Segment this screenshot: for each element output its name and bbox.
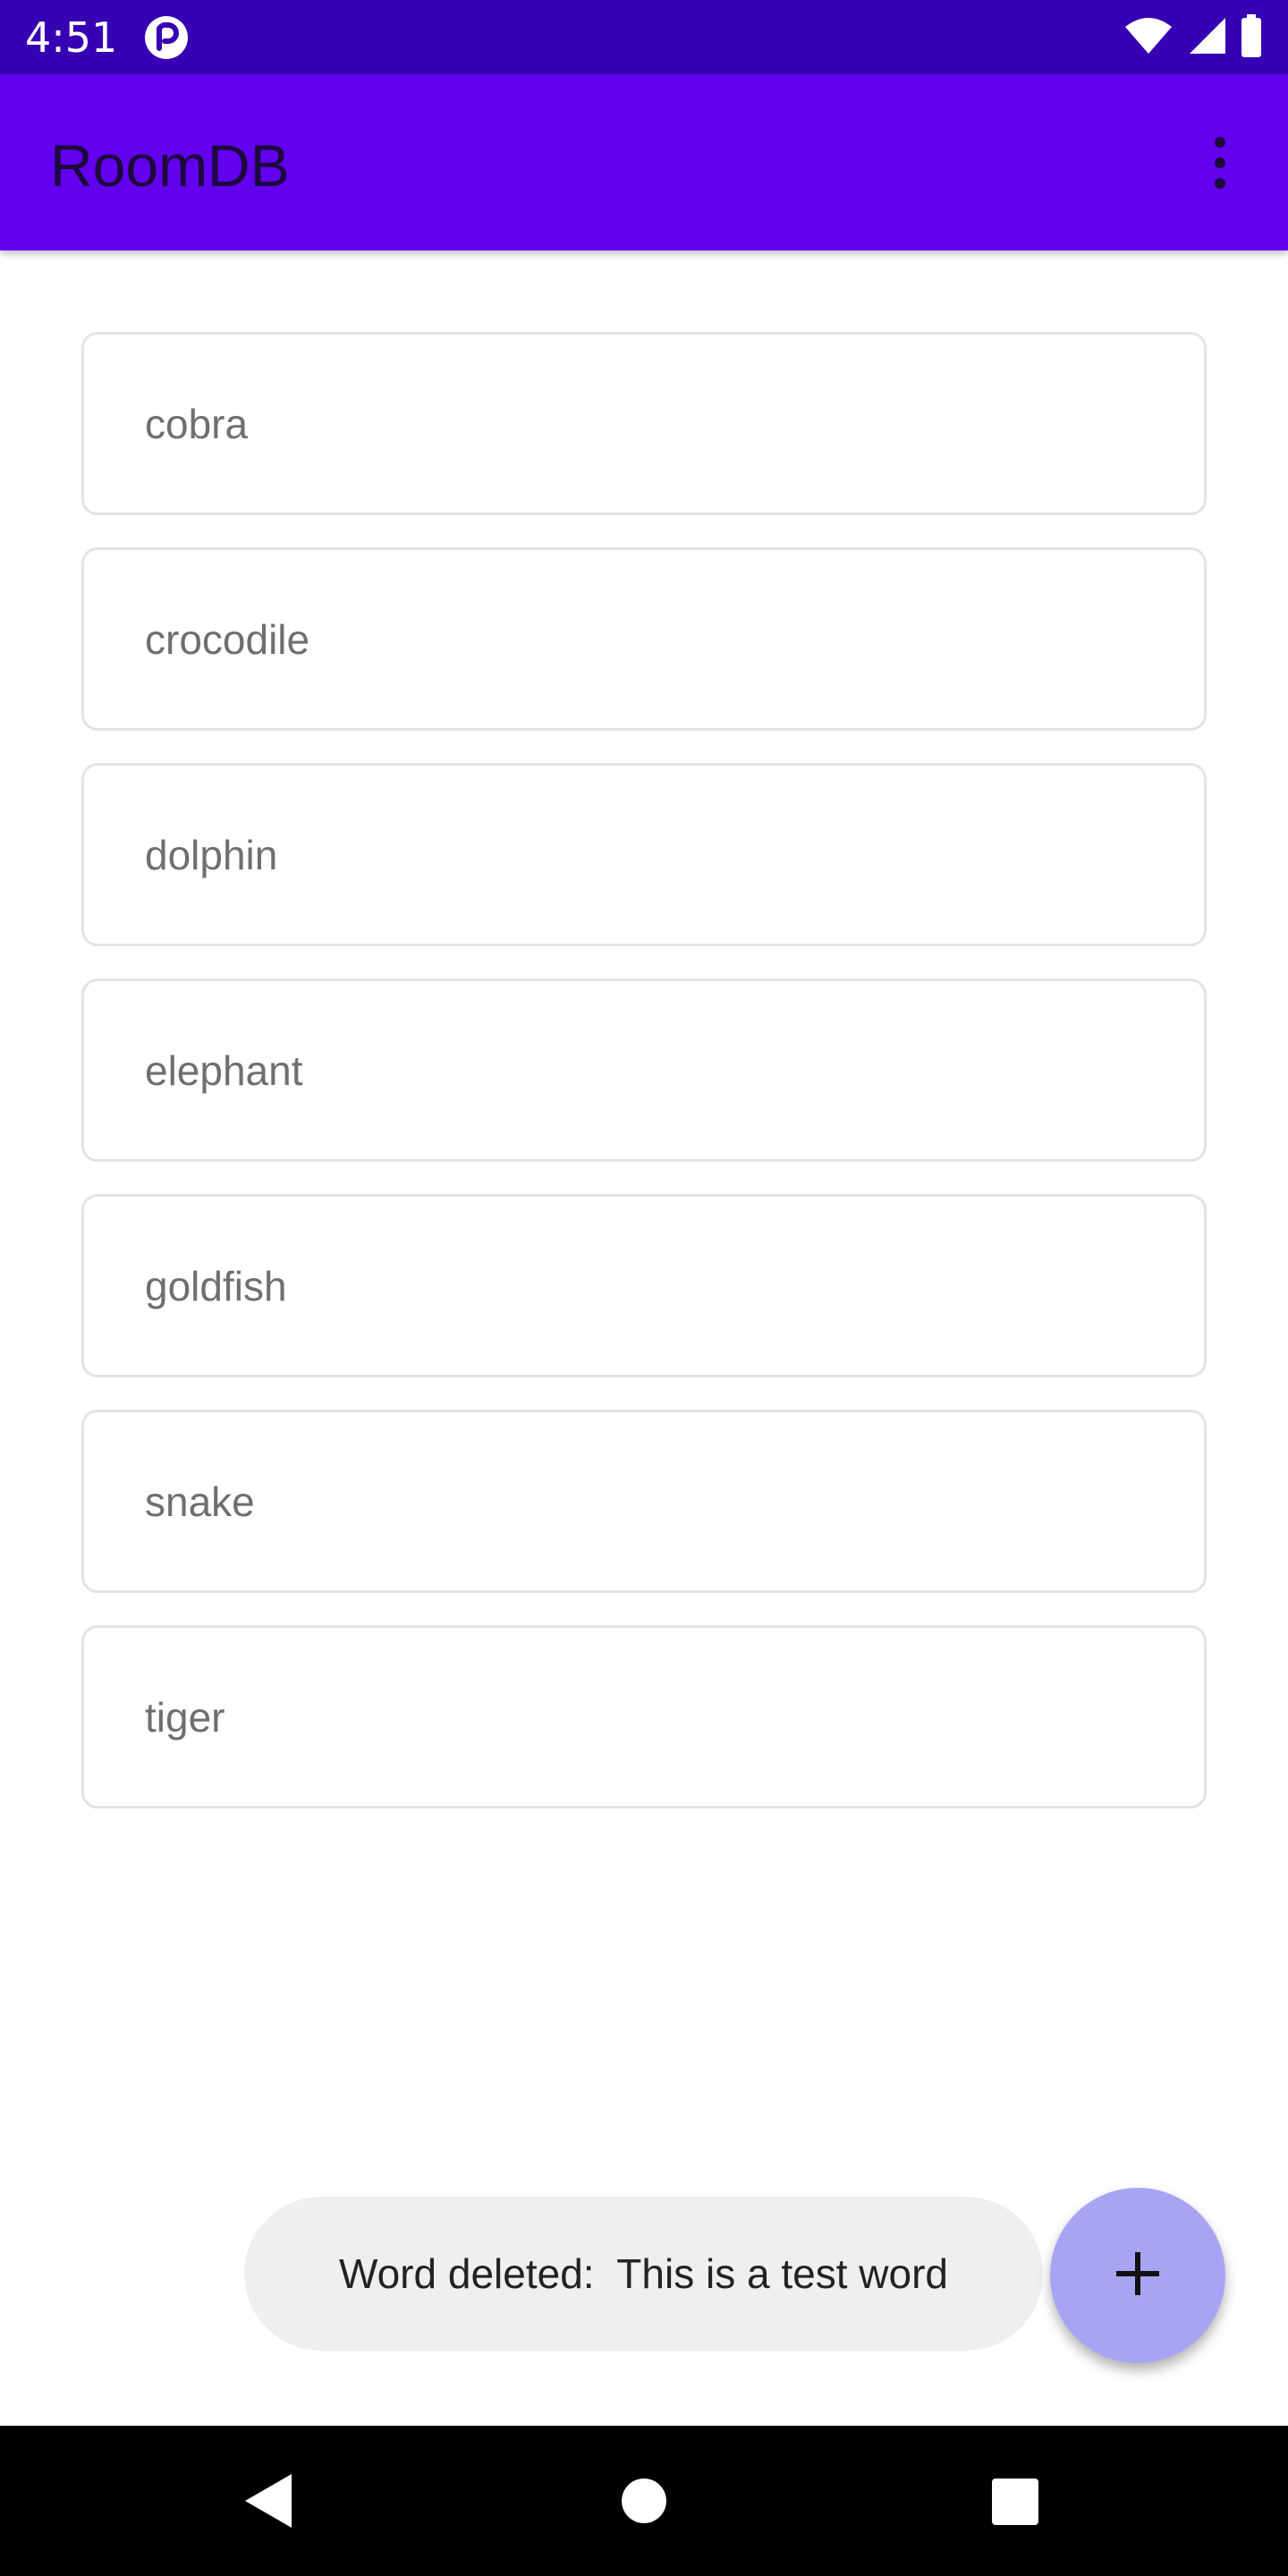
word-card[interactable]: elephant (81, 979, 1207, 1162)
navigation-bar (0, 2426, 1288, 2576)
wifi-icon (1123, 16, 1174, 60)
snackbar-message: Word deleted: This is a test word (339, 2250, 948, 2297)
word-list: cobra crocodile dolphin elephant goldfish sna… (81, 332, 1207, 1841)
plus-icon (1113, 2249, 1163, 2303)
word-card[interactable]: dolphin (81, 763, 1207, 946)
word-card[interactable]: tiger (81, 1625, 1207, 1809)
more-vert-icon[interactable] (1202, 133, 1238, 192)
word-card[interactable]: snake (81, 1410, 1207, 1593)
word-card[interactable]: crocodile (81, 547, 1207, 731)
signal-icon (1186, 16, 1227, 60)
word-text: cobra (145, 400, 249, 447)
word-text: snake (145, 1478, 255, 1525)
app-title: RoomDB (50, 132, 290, 199)
back-icon[interactable] (242, 2472, 295, 2529)
word-card[interactable]: goldfish (81, 1194, 1207, 1377)
app-bar: RoomDB (0, 74, 1288, 250)
word-text: crocodile (145, 615, 310, 663)
status-bar: 4:51 (0, 0, 1288, 74)
home-icon[interactable] (621, 2478, 667, 2524)
word-text: tiger (145, 1693, 225, 1741)
recents-icon[interactable] (991, 2478, 1039, 2526)
word-text: elephant (145, 1046, 303, 1094)
status-time: 4:51 (25, 13, 118, 62)
add-word-button[interactable] (1050, 2188, 1225, 2363)
snackbar: Word deleted: This is a test word (244, 2197, 1043, 2351)
app-notification-icon (143, 14, 190, 61)
battery-icon (1240, 13, 1263, 62)
screen: 4:51 RoomDB cobra crocodile dolphin elep… (0, 0, 1288, 2576)
status-icons (1123, 13, 1263, 62)
word-text: dolphin (145, 831, 278, 878)
word-card[interactable]: cobra (81, 332, 1207, 515)
word-text: goldfish (145, 1262, 287, 1309)
